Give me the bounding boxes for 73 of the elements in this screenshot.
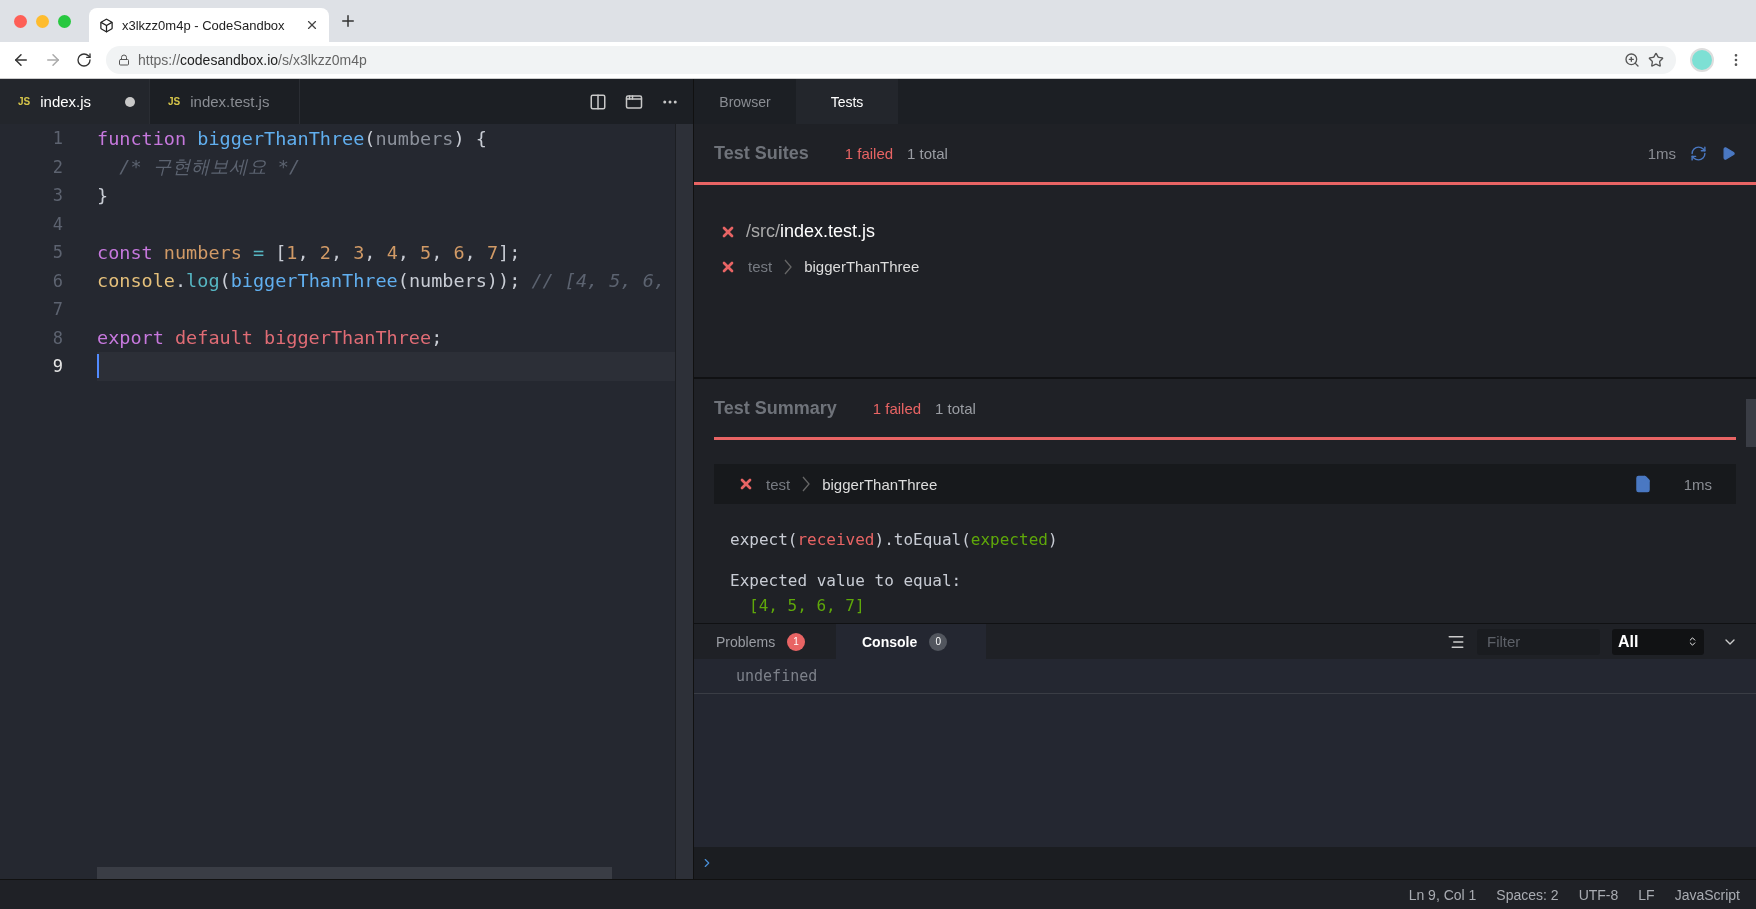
play-icon[interactable] (1721, 145, 1736, 161)
preview-tab[interactable]: Browser (694, 79, 796, 124)
console-tab[interactable]: Console 0 (836, 624, 986, 659)
test-name: biggerThanThree (822, 475, 938, 493)
status-item: UTF-8 (1578, 886, 1619, 903)
section-title: Test Summary (714, 397, 837, 419)
status-item: JavaScript (1674, 886, 1740, 903)
test-file-path[interactable]: /src/index.test.js (746, 221, 876, 242)
code-line: function biggerThanThree(numbers) { (97, 126, 488, 151)
status-item: Spaces: 2 (1496, 886, 1559, 903)
refresh-icon[interactable] (1690, 144, 1707, 162)
preview-window-icon[interactable] (625, 92, 643, 111)
back-icon[interactable] (12, 51, 30, 69)
failed-count: 1 failed (844, 144, 894, 162)
console-input[interactable] (694, 847, 1756, 879)
editor-tab[interactable]: JS index.js (0, 79, 150, 124)
error-message-line: expect(received).toEqual(expected) (729, 529, 1059, 551)
lock-icon (118, 54, 130, 66)
chevron-right-icon (802, 476, 811, 492)
error-message-line: Expected value to equal: (729, 570, 963, 592)
line-number: 9 (51, 356, 64, 377)
line-number: 2 (51, 156, 64, 177)
preview-tab[interactable]: Tests (796, 79, 898, 124)
line-number: 1 (51, 128, 64, 149)
page-tab[interactable]: x3lkzz0m4p - CodeSandbox (89, 8, 329, 42)
status-item: Ln 9, Col 1 (1408, 886, 1477, 903)
line-number: 6 (51, 270, 64, 291)
chevron-right-icon (784, 258, 793, 275)
scrollbar-thumb[interactable] (1746, 399, 1756, 447)
test-scope: test (748, 258, 773, 275)
vertical-scrollbar[interactable] (675, 124, 693, 879)
bookmark-star-icon[interactable] (1648, 52, 1664, 68)
console-tab[interactable]: Problems 1 (694, 624, 836, 659)
code-line: console.log(biggerThanThree(numbers)); // [4, 5, 6, (97, 269, 667, 294)
line-number: 4 (51, 213, 64, 234)
cube-icon (99, 17, 114, 33)
filter-field[interactable]: Filter (1477, 628, 1600, 655)
tab-label: index.js (40, 93, 93, 110)
sort-arrows-icon (1687, 636, 1698, 647)
reload-icon[interactable] (76, 52, 92, 68)
js-file-icon: JS (18, 96, 31, 107)
duration: 1ms (1683, 475, 1712, 493)
code-line: } (97, 183, 110, 208)
level-select[interactable]: All (1612, 628, 1704, 655)
close-icon[interactable] (305, 18, 319, 32)
line-number: 8 (51, 327, 64, 348)
zoom-icon[interactable] (1624, 52, 1640, 68)
new-tab-icon[interactable] (339, 12, 357, 30)
failed-count: 1 failed (872, 399, 922, 417)
console-output: undefined (694, 659, 1756, 694)
code-line: /* 구현해보세요 */ (118, 155, 302, 180)
js-file-icon: JS (168, 96, 181, 107)
tab-title: x3lkzz0m4p - CodeSandbox (122, 17, 286, 33)
test-scope: test (766, 475, 791, 493)
status-item: LF (1638, 886, 1655, 903)
horizontal-scrollbar[interactable] (97, 867, 612, 879)
error-message-line: [4, 5, 6, 7] (748, 595, 866, 617)
text-cursor (97, 354, 99, 379)
duration: 1ms (1647, 144, 1676, 162)
tab-label: index.test.js (190, 93, 271, 110)
test-name: biggerThanThree (804, 258, 920, 275)
file-icon[interactable] (1633, 475, 1652, 493)
section-title: Test Suites (714, 142, 809, 164)
total-count: 1 total (907, 144, 948, 162)
line-number: 3 (51, 185, 64, 206)
line-number: 7 (51, 299, 64, 320)
line-number: 5 (51, 242, 64, 263)
total-count: 1 total (935, 399, 976, 417)
count-badge: 1 (787, 632, 806, 651)
code-line: export default biggerThanThree; (97, 326, 444, 351)
count-badge: 0 (929, 632, 948, 651)
split-view-icon[interactable] (589, 92, 607, 111)
code-line: const numbers = [1, 2, 3, 4, 5, 6, 7]; (97, 240, 522, 265)
